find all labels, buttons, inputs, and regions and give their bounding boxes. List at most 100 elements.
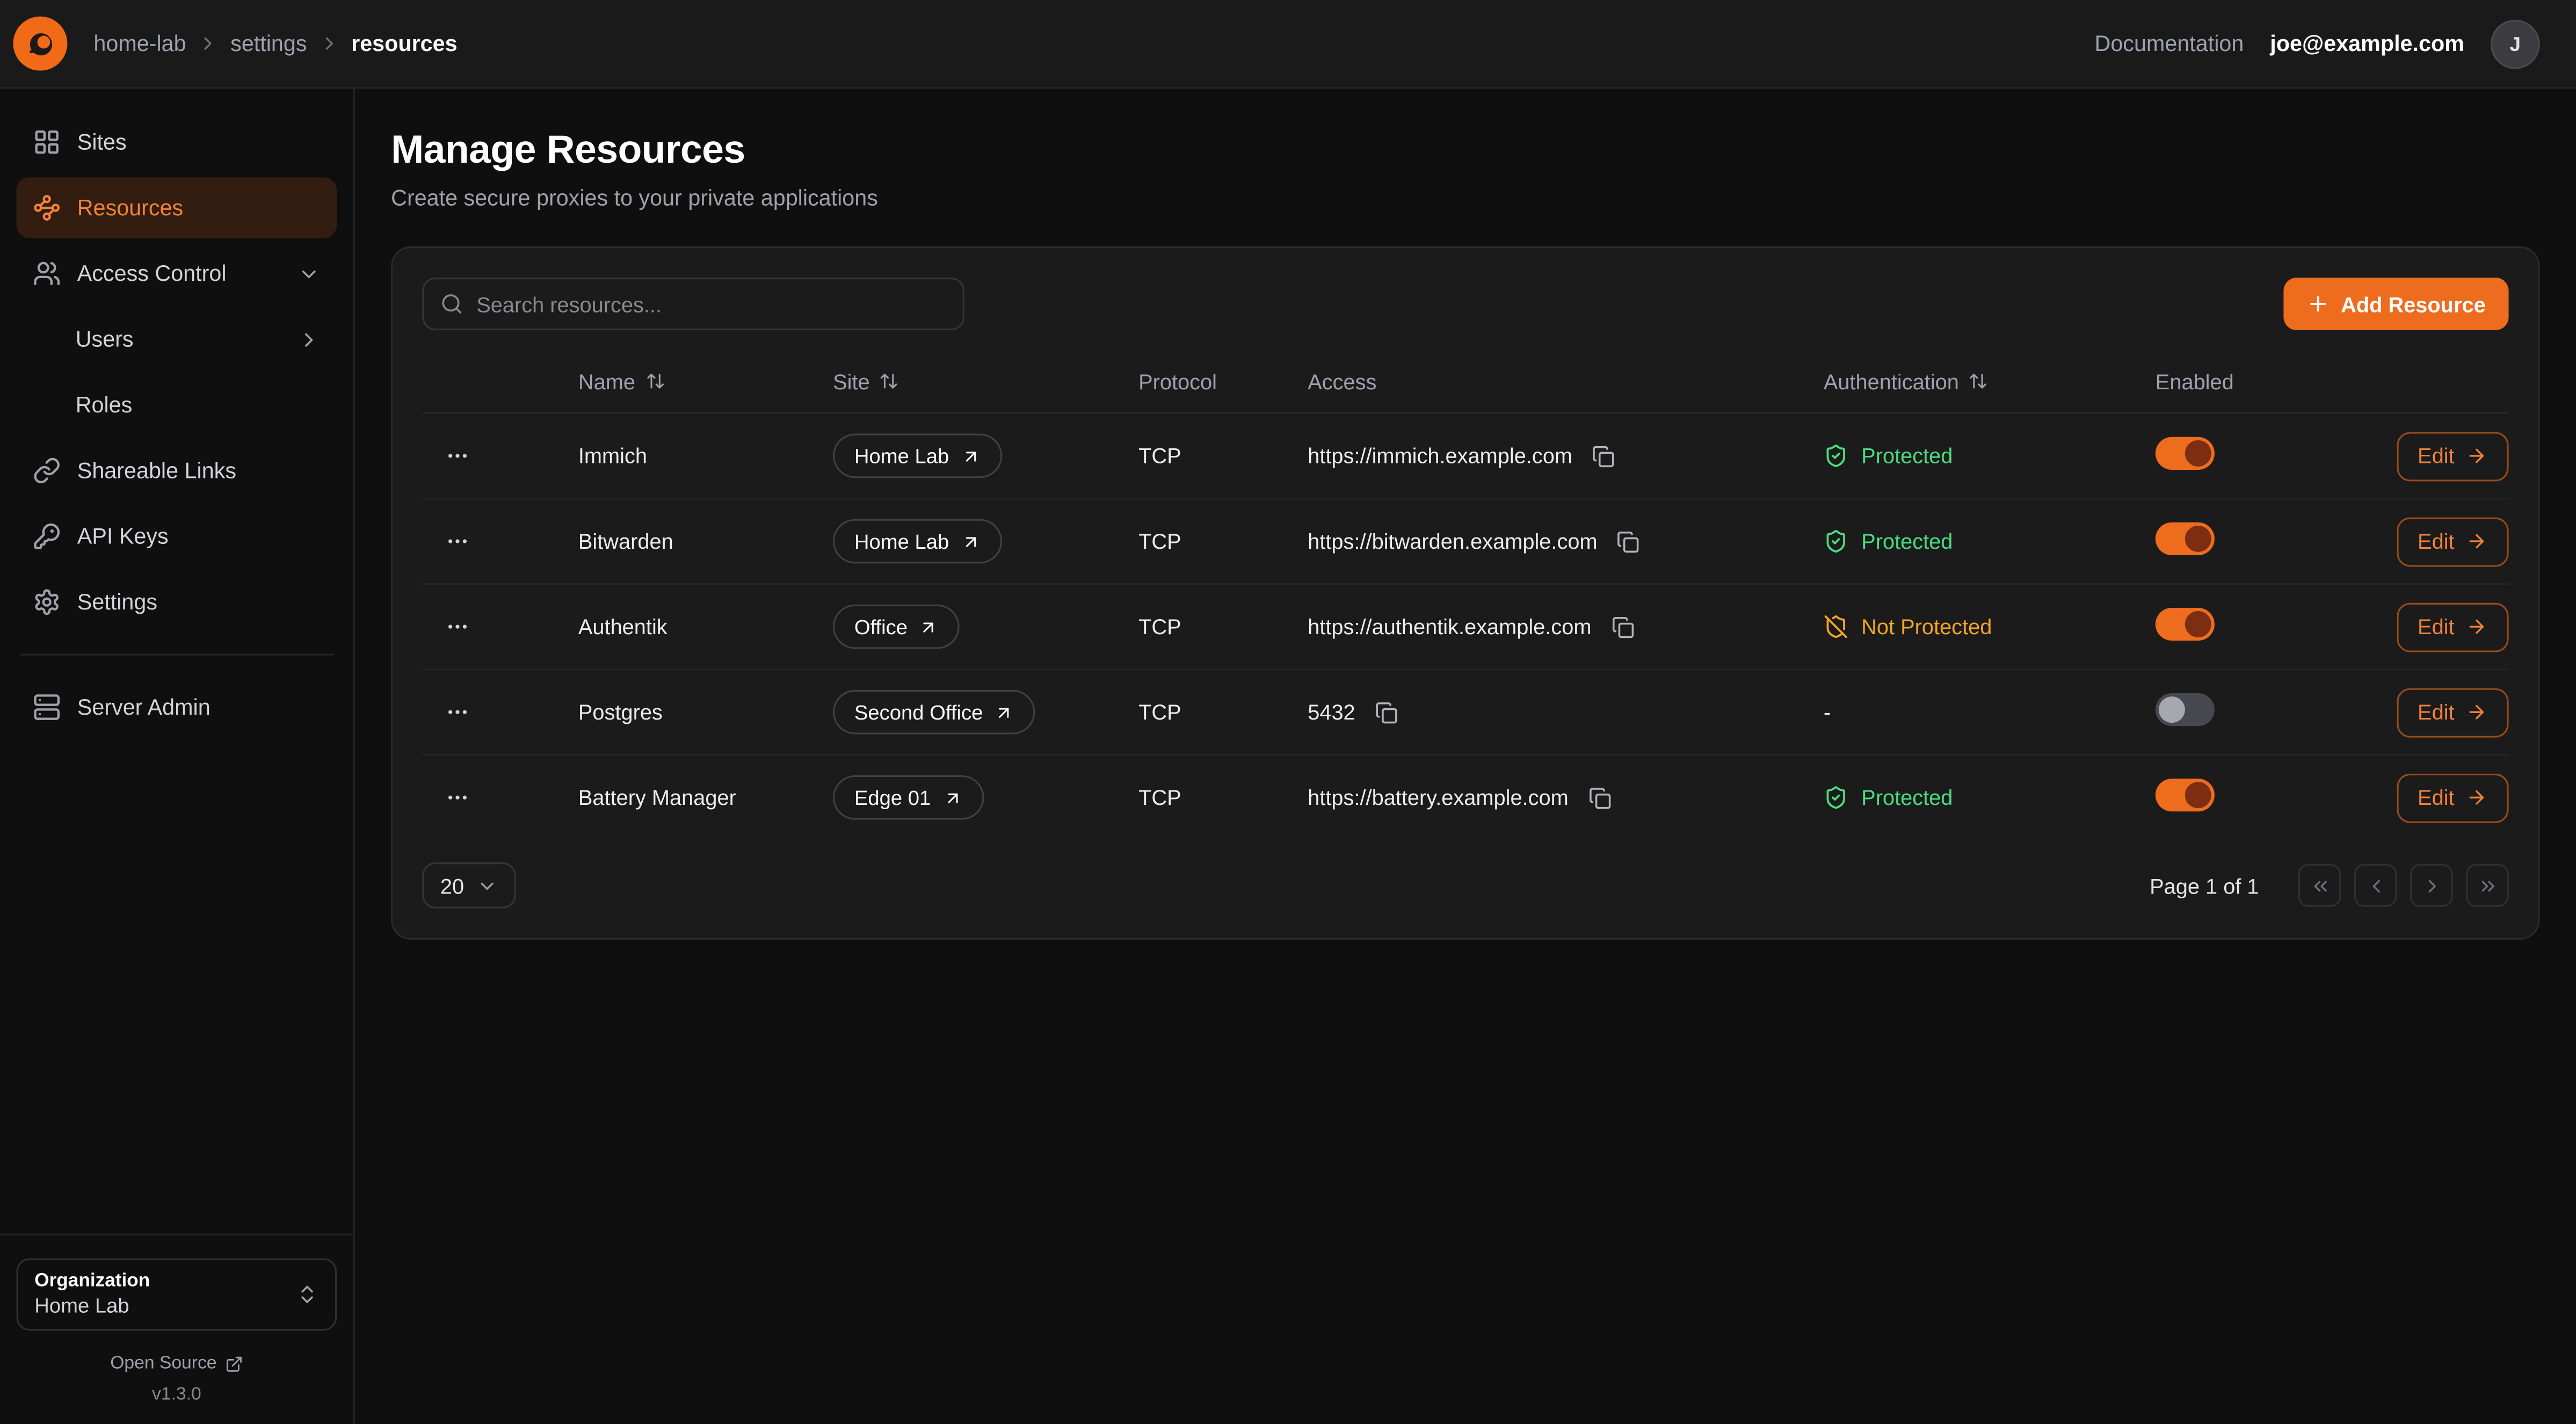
resource-name: Battery Manager	[578, 785, 833, 810]
auth-status: Protected	[1824, 444, 2156, 468]
resource-name: Authentik	[578, 614, 833, 639]
edit-button[interactable]: Edit	[2396, 773, 2508, 822]
app-logo[interactable]	[13, 17, 67, 71]
add-resource-label: Add Resource	[2341, 292, 2486, 316]
edit-button[interactable]: Edit	[2396, 602, 2508, 651]
copy-button[interactable]	[1372, 698, 1401, 727]
edit-button[interactable]: Edit	[2396, 687, 2508, 737]
documentation-link[interactable]: Documentation	[2095, 31, 2244, 56]
copy-button[interactable]	[1614, 527, 1643, 556]
shield-off-icon	[1824, 614, 1848, 639]
site-link-button[interactable]: Home Lab	[833, 434, 1002, 478]
arrow-right-icon	[2466, 531, 2487, 552]
toggle-knob	[2185, 526, 2211, 552]
column-authentication-label: Authentication	[1824, 369, 1959, 394]
auth-status: Protected	[1824, 529, 2156, 554]
auth-status: Not Protected	[1824, 614, 2156, 639]
avatar[interactable]: J	[2491, 19, 2540, 68]
enabled-toggle[interactable]	[2156, 779, 2215, 811]
add-resource-button[interactable]: Add Resource	[2283, 278, 2509, 330]
edit-label: Edit	[2418, 529, 2455, 554]
resources-card: Add Resource Name Site Protocol	[391, 246, 2540, 940]
sort-icon	[1969, 371, 1989, 391]
arrow-right-icon	[2466, 787, 2487, 808]
copy-button[interactable]	[1608, 612, 1637, 642]
sidebar-item-label: Roles	[76, 393, 133, 417]
row-actions-button[interactable]	[439, 693, 476, 731]
organization-selector[interactable]: Organization Home Lab	[17, 1258, 337, 1331]
site-name: Second Office	[854, 701, 983, 724]
site-link-button[interactable]: Second Office	[833, 690, 1035, 735]
breadcrumb-settings[interactable]: settings	[230, 31, 307, 56]
prev-page-button[interactable]	[2354, 864, 2397, 907]
breadcrumb: home-lab settings resources	[93, 31, 457, 56]
sidebar-item-api-keys[interactable]: API Keys	[17, 506, 337, 566]
open-source-link[interactable]: Open Source	[17, 1354, 337, 1374]
sidebar-item-users[interactable]: Users	[17, 309, 337, 369]
user-email[interactable]: joe@example.com	[2270, 31, 2464, 56]
breadcrumb-chevron-icon	[318, 33, 340, 54]
table-row: Battery Manager Edge 01 TCP https://batt…	[422, 754, 2508, 839]
row-actions-button[interactable]	[439, 779, 476, 816]
page-size-select[interactable]: 20	[422, 862, 517, 909]
table-row: Authentik Office TCP https://authentik.e…	[422, 583, 2508, 669]
sidebar-item-label: Settings	[77, 590, 157, 614]
page-size-value: 20	[440, 873, 464, 898]
sidebar-item-roles[interactable]: Roles	[17, 375, 337, 435]
arrow-up-right-icon	[995, 702, 1014, 722]
row-actions-button[interactable]	[439, 522, 476, 560]
breadcrumb-org[interactable]: home-lab	[93, 31, 186, 56]
chevron-down-icon	[477, 875, 499, 896]
sidebar-item-server-admin[interactable]: Server Admin	[17, 677, 337, 737]
first-page-button[interactable]	[2298, 864, 2341, 907]
search-input[interactable]	[476, 292, 946, 316]
card-footer: 20 Page 1 of 1	[422, 862, 2508, 909]
next-page-button[interactable]	[2410, 864, 2453, 907]
search-icon	[440, 293, 463, 316]
site-link-button[interactable]: Edge 01	[833, 775, 983, 820]
last-page-button[interactable]	[2466, 864, 2509, 907]
auth-status-label: Not Protected	[1861, 614, 1992, 639]
page-subtitle: Create secure proxies to your private ap…	[391, 186, 2540, 210]
edit-button[interactable]: Edit	[2396, 431, 2508, 481]
sidebar-item-label: Access Control	[77, 261, 227, 286]
site-link-button[interactable]: Home Lab	[833, 519, 1002, 564]
column-access-label: Access	[1308, 369, 1376, 394]
row-actions-button[interactable]	[439, 437, 476, 475]
table-row: Bitwarden Home Lab TCP https://bitwarden…	[422, 498, 2508, 583]
access-url: https://battery.example.com	[1308, 785, 1569, 810]
shield-check-icon	[1824, 444, 1848, 468]
auth-status-label: Protected	[1861, 529, 1953, 554]
site-name: Home Lab	[854, 445, 949, 468]
shield-check-icon	[1824, 785, 1848, 810]
sidebar-item-settings[interactable]: Settings	[17, 572, 337, 633]
enabled-toggle[interactable]	[2156, 437, 2215, 470]
enabled-toggle[interactable]	[2156, 608, 2215, 641]
column-authentication[interactable]: Authentication	[1824, 369, 2156, 394]
enabled-toggle[interactable]	[2156, 693, 2215, 726]
edit-label: Edit	[2418, 614, 2455, 639]
row-actions-button[interactable]	[439, 608, 476, 645]
column-enabled: Enabled	[2156, 369, 2377, 394]
copy-button[interactable]	[1585, 783, 1614, 812]
copy-button[interactable]	[1589, 441, 1619, 470]
sidebar-item-resources[interactable]: Resources	[17, 177, 337, 238]
access-url: https://bitwarden.example.com	[1308, 529, 1597, 554]
shield-check-icon	[1824, 529, 1848, 554]
sidebar-item-sites[interactable]: Sites	[17, 112, 337, 172]
table-header: Name Site Protocol Access Authenticati	[422, 350, 2508, 412]
column-enabled-label: Enabled	[2156, 369, 2234, 394]
toggle-knob	[2185, 611, 2211, 637]
column-site[interactable]: Site	[833, 369, 1138, 394]
column-name[interactable]: Name	[578, 369, 833, 394]
edit-button[interactable]: Edit	[2396, 517, 2508, 566]
main-layout: Sites Resources Access Control	[0, 89, 2576, 1424]
sidebar-item-access-control[interactable]: Access Control	[17, 243, 337, 304]
sidebar-item-shareable-links[interactable]: Shareable Links	[17, 440, 337, 501]
enabled-toggle[interactable]	[2156, 522, 2215, 555]
arrow-up-right-icon	[961, 446, 981, 466]
search-box	[422, 278, 964, 330]
site-link-button[interactable]: Office	[833, 605, 960, 649]
ellipsis-icon	[445, 444, 470, 468]
sort-icon	[880, 371, 899, 391]
